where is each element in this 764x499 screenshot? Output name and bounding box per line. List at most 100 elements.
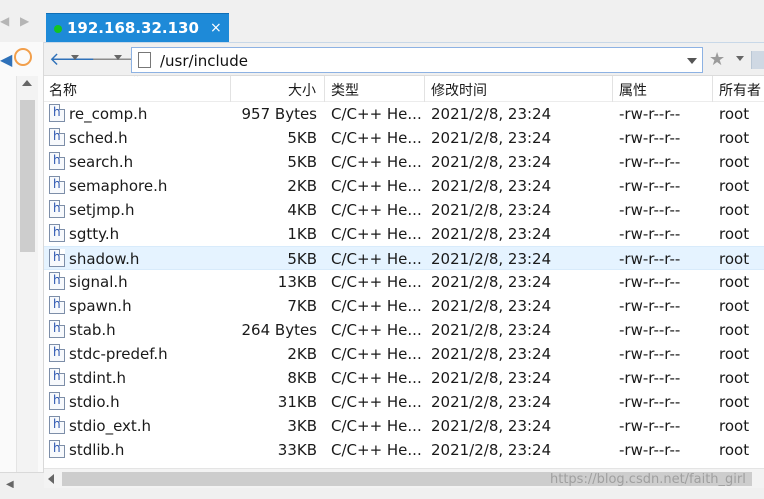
- column-header-size[interactable]: 大小: [288, 80, 316, 100]
- header-file-icon: [49, 104, 65, 122]
- tab-scroll-left-icon[interactable]: ◀: [0, 14, 10, 30]
- header-file-icon: [49, 344, 65, 362]
- header-file-icon: [49, 416, 65, 434]
- column-header-attributes[interactable]: 属性: [619, 80, 647, 100]
- file-attributes: -rw-r--r--: [619, 129, 681, 147]
- file-row[interactable]: stab.h 264 Bytes C/C++ He... 2021/2/8, 23:2…: [44, 318, 764, 342]
- file-type: C/C++ He...: [331, 105, 422, 123]
- file-type: C/C++ He...: [331, 297, 422, 315]
- file-name: sched.h: [69, 129, 128, 147]
- file-owner: root: [719, 321, 750, 339]
- header-file-icon: [49, 128, 65, 146]
- file-row[interactable]: shadow.h 5KB C/C++ He... 2021/2/8, 23:24 -rw…: [44, 246, 764, 270]
- file-owner: root: [719, 153, 750, 171]
- file-modified: 2021/2/8, 23:24: [431, 201, 552, 219]
- column-header-name[interactable]: 名称: [49, 80, 77, 100]
- file-attributes: -rw-r--r--: [619, 321, 681, 339]
- scroll-up-icon[interactable]: [22, 80, 32, 86]
- file-size: 3KB: [287, 417, 317, 435]
- toolbar-overflow-icon[interactable]: [751, 51, 764, 69]
- file-type: C/C++ He...: [331, 225, 422, 243]
- refresh-icon[interactable]: [14, 48, 32, 66]
- file-owner: root: [719, 297, 750, 315]
- file-attributes: -rw-r--r--: [619, 201, 681, 219]
- header-file-icon: [49, 368, 65, 386]
- left-vertical-scrollbar[interactable]: [16, 76, 38, 499]
- column-divider[interactable]: [324, 76, 325, 102]
- file-name: sgtty.h: [69, 225, 120, 243]
- tab-scroll-right-icon[interactable]: ▶: [20, 14, 30, 30]
- bookmark-dropdown-icon[interactable]: [736, 56, 744, 61]
- session-tab[interactable]: 192.168.32.130 ×: [46, 13, 229, 42]
- back-history-dropdown-icon[interactable]: [71, 55, 79, 60]
- header-file-icon: [49, 176, 65, 194]
- file-type: C/C++ He...: [331, 129, 422, 147]
- column-divider[interactable]: [612, 76, 613, 102]
- file-owner: root: [719, 201, 750, 219]
- column-divider[interactable]: [712, 76, 713, 102]
- column-header-owner[interactable]: 所有者: [719, 80, 761, 100]
- file-type: C/C++ He...: [331, 345, 422, 363]
- header-file-icon: [49, 249, 65, 267]
- file-row[interactable]: setjmp.h 4KB C/C++ He... 2021/2/8, 23:24 -rw…: [44, 198, 764, 222]
- file-size: 5KB: [287, 129, 317, 147]
- file-name: stdint.h: [69, 369, 127, 387]
- back-arrow-icon[interactable]: 🡐: [49, 51, 97, 69]
- file-owner: root: [719, 393, 750, 411]
- file-owner: root: [719, 250, 750, 268]
- file-row[interactable]: signal.h 13KB C/C++ He... 2021/2/8, 23:24 -r…: [44, 270, 764, 294]
- file-size: 5KB: [287, 153, 317, 171]
- file-row[interactable]: stdc-predef.h 2KB C/C++ He... 2021/2/8, 23:…: [44, 342, 764, 366]
- file-modified: 2021/2/8, 23:24: [431, 297, 552, 315]
- file-row[interactable]: sched.h 5KB C/C++ He... 2021/2/8, 23:24 -rw-…: [44, 126, 764, 150]
- file-type: C/C++ He...: [331, 393, 422, 411]
- file-name: stdlib.h: [69, 441, 125, 459]
- forward-history-dropdown-icon[interactable]: [114, 55, 122, 60]
- status-bar: [0, 488, 764, 499]
- left-back-arrow-icon[interactable]: ◀: [0, 50, 12, 69]
- header-file-icon: [49, 296, 65, 314]
- file-size: 2KB: [287, 345, 317, 363]
- file-row[interactable]: semaphore.h 2KB C/C++ He... 2021/2/8, 23:24…: [44, 174, 764, 198]
- document-icon: [138, 52, 151, 68]
- close-tab-button[interactable]: ×: [210, 20, 222, 36]
- file-row[interactable]: spawn.h 7KB C/C++ He... 2021/2/8, 23:24 -rw-…: [44, 294, 764, 318]
- file-type: C/C++ He...: [331, 321, 422, 339]
- file-attributes: -rw-r--r--: [619, 273, 681, 291]
- file-attributes: -rw-r--r--: [619, 250, 681, 268]
- left-pane: ◀ ◀: [0, 42, 44, 499]
- column-header-type[interactable]: 类型: [331, 80, 359, 100]
- file-attributes: -rw-r--r--: [619, 441, 681, 459]
- file-list-header: ⌃ 名称 大小 类型 修改时间 属性 所有者: [44, 76, 764, 102]
- file-row[interactable]: re_comp.h 957 Bytes C/C++ He... 2021/2/8, 2…: [44, 102, 764, 126]
- file-row[interactable]: stdio.h 31KB C/C++ He... 2021/2/8, 23:24 -rw…: [44, 390, 764, 414]
- file-modified: 2021/2/8, 23:24: [431, 321, 552, 339]
- column-divider[interactable]: [424, 76, 425, 102]
- file-attributes: -rw-r--r--: [619, 369, 681, 387]
- scroll-thumb[interactable]: [20, 100, 35, 252]
- file-modified: 2021/2/8, 23:24: [431, 393, 552, 411]
- column-header-modified[interactable]: 修改时间: [431, 80, 487, 100]
- path-text[interactable]: /usr/include: [160, 52, 248, 70]
- file-row[interactable]: stdlib.h 33KB C/C++ He... 2021/2/8, 23:24 -r…: [44, 438, 764, 462]
- file-size: 33KB: [277, 441, 317, 459]
- scroll-left-icon[interactable]: [48, 474, 54, 484]
- file-row[interactable]: search.h 5KB C/C++ He... 2021/2/8, 23:24 -rw…: [44, 150, 764, 174]
- file-name: stdc-predef.h: [69, 345, 168, 363]
- header-file-icon: [49, 320, 65, 338]
- file-modified: 2021/2/8, 23:24: [431, 273, 552, 291]
- forward-arrow-icon[interactable]: 🡒: [91, 51, 139, 69]
- path-dropdown-icon[interactable]: [687, 58, 697, 64]
- file-modified: 2021/2/8, 23:24: [431, 441, 552, 459]
- file-row[interactable]: sgtty.h 1KB C/C++ He... 2021/2/8, 23:24 -rw-…: [44, 222, 764, 246]
- file-size: 264 Bytes: [241, 321, 318, 339]
- file-attributes: -rw-r--r--: [619, 297, 681, 315]
- file-row[interactable]: stdio_ext.h 3KB C/C++ He... 2021/2/8, 23:24…: [44, 414, 764, 438]
- file-row[interactable]: stdint.h 8KB C/C++ He... 2021/2/8, 23:24 -rw…: [44, 366, 764, 390]
- file-size: 4KB: [287, 201, 317, 219]
- path-input[interactable]: /usr/include: [131, 47, 703, 73]
- column-divider[interactable]: [230, 76, 231, 102]
- file-owner: root: [719, 345, 750, 363]
- file-owner: root: [719, 369, 750, 387]
- bookmark-star-icon[interactable]: ★: [709, 51, 729, 69]
